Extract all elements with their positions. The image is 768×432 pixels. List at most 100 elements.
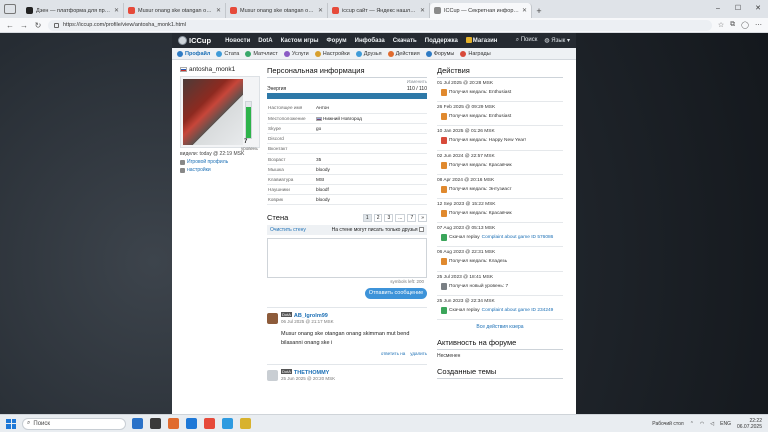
wifi-icon[interactable]: ◠ xyxy=(700,421,704,427)
pager-page[interactable]: 7 xyxy=(407,213,417,222)
taskbar-app-icon[interactable] xyxy=(132,418,143,429)
nav-dota[interactable]: DotA xyxy=(258,38,272,44)
pager-page[interactable]: 1 xyxy=(362,213,372,222)
language-indicator[interactable]: ENG xyxy=(720,421,731,427)
friends-only-checkbox[interactable] xyxy=(419,227,424,233)
taskbar-search[interactable]: ⌕ Поиск xyxy=(22,417,126,430)
clock[interactable]: 22:22 06.07.2025 xyxy=(737,418,762,430)
reply-link[interactable]: ответить на xyxy=(381,351,405,356)
medal-icon xyxy=(441,209,447,217)
info-value: go xyxy=(315,123,427,135)
menu-icon[interactable]: ⋯ xyxy=(755,21,762,29)
nav-news[interactable]: Новости xyxy=(225,38,250,44)
nav-forum[interactable]: Форум xyxy=(327,38,347,44)
info-key: Discord xyxy=(267,133,315,145)
clear-wall-link[interactable]: Очистить стену xyxy=(270,227,306,233)
info-key: Коврик xyxy=(267,194,315,206)
info-key: Мышка xyxy=(267,164,315,175)
url-field[interactable]: https://iccup.com/profile/view/antosha_m… xyxy=(48,19,712,31)
friends-only-option[interactable]: На стене могут писать только друзья xyxy=(332,227,424,233)
extensions-icon[interactable]: ⧉ xyxy=(730,21,735,29)
nav-shop[interactable]: Магазин xyxy=(465,37,497,44)
favorites-icon[interactable]: ☆ xyxy=(718,21,724,29)
tab-close-icon[interactable]: ✕ xyxy=(522,7,527,14)
taskbar-app-icon[interactable] xyxy=(222,418,233,429)
edit-link[interactable]: Изменить xyxy=(267,79,427,84)
post-actions: ответить на удалить xyxy=(267,351,427,356)
tab-close-icon[interactable]: ✕ xyxy=(216,7,221,14)
workspaces-icon[interactable] xyxy=(4,4,16,14)
all-activity-link[interactable]: Все действия юзера xyxy=(437,324,563,330)
game-profile-link[interactable]: Игровой профиль xyxy=(180,159,260,165)
browser-tab[interactable]: ICCup — Секретная информаци ✕ xyxy=(430,3,532,18)
back-icon[interactable]: ← xyxy=(6,21,14,30)
post-text: Musur onang ske otangan onang skimman mu… xyxy=(281,331,410,346)
activity-link[interactable]: Complaint about game ID 576086 xyxy=(482,235,554,240)
activity-link[interactable]: Complaint about game ID 234249 xyxy=(482,308,554,313)
subnav-item[interactable]: Форумы xyxy=(425,50,454,57)
profile-icon[interactable]: ◯ xyxy=(741,21,749,29)
nav-download[interactable]: Скачать xyxy=(393,38,417,44)
subnav-item[interactable]: Профайл xyxy=(177,50,210,57)
forward-icon[interactable]: → xyxy=(20,21,28,30)
post-game-tag: DotA xyxy=(281,368,292,374)
minimize-button[interactable]: – xyxy=(708,0,728,16)
browser-tab[interactable]: Musur onang ske otangan onang ✕ xyxy=(226,3,328,18)
desktop-label[interactable]: Рабочий стол xyxy=(652,421,683,427)
new-tab-button[interactable]: + xyxy=(532,3,546,18)
taskbar-app-icon[interactable] xyxy=(150,418,161,429)
site-logo[interactable]: ICCup xyxy=(178,36,211,45)
browser-tab[interactable]: Дзен — платформа для просмо ✕ xyxy=(22,3,124,18)
browser-tab[interactable]: Musur onang ske otangan onang s✕ xyxy=(124,3,226,18)
send-message-button[interactable]: Отпавить сообщение xyxy=(365,288,427,300)
tab-close-icon[interactable]: ✕ xyxy=(420,7,425,14)
post-avatar[interactable] xyxy=(267,313,278,325)
post-author[interactable]: DotA THETHOMMY xyxy=(281,368,427,376)
pager-page[interactable]: » xyxy=(418,213,427,222)
wall-title: Стена xyxy=(267,213,289,223)
language-link[interactable]: ◍ Язык ▾ xyxy=(544,37,570,44)
subnav-item[interactable]: Настройки xyxy=(314,50,350,57)
subnav-item[interactable]: Услуги xyxy=(283,50,309,57)
subnav-item[interactable]: Стата xyxy=(216,50,239,57)
energy-bar xyxy=(267,93,427,99)
subnav-item[interactable]: Награды xyxy=(460,50,491,57)
info-row: Вконтакт xyxy=(267,143,427,155)
nav-custom-games[interactable]: Кастом игры xyxy=(281,38,319,44)
delete-link[interactable]: удалить xyxy=(410,351,427,356)
maximize-button[interactable]: ☐ xyxy=(728,0,748,16)
tab-close-icon[interactable]: ✕ xyxy=(318,7,323,14)
subnav-item[interactable]: Матчлист xyxy=(245,50,278,57)
activity-desc: Получил медаль: Красавчик xyxy=(441,161,563,169)
pager-page[interactable]: 2 xyxy=(373,213,383,222)
reload-icon[interactable]: ↻ xyxy=(34,21,42,30)
taskbar-app-icon[interactable] xyxy=(168,418,179,429)
medal-icon xyxy=(441,137,447,145)
taskbar-app-icon[interactable] xyxy=(204,418,215,429)
info-value-text: go xyxy=(316,125,322,131)
info-key: Возраст xyxy=(267,153,315,165)
tab-close-icon[interactable]: ✕ xyxy=(114,7,119,14)
wall-message-input[interactable]: symbols left: 200 xyxy=(267,238,427,284)
created-topics-section: Созданные темы xyxy=(437,367,563,379)
close-window-button[interactable]: ✕ xyxy=(748,0,768,16)
pager-page[interactable]: ... xyxy=(395,213,406,222)
activity-desc: Получил новый уровень: 7 xyxy=(441,282,563,290)
taskbar-app-icon[interactable] xyxy=(186,418,197,429)
level-number: 7 xyxy=(244,139,248,145)
settings-link[interactable]: настройки xyxy=(180,167,260,173)
nav-infobase[interactable]: Инфобаза xyxy=(355,38,385,44)
info-value: Антон xyxy=(315,103,427,114)
subnav-item[interactable]: Друзья xyxy=(355,50,382,57)
post-avatar[interactable] xyxy=(267,369,278,381)
browser-tab[interactable]: iccup сайт — Яндекс нашлось 6 ✕ xyxy=(328,3,430,18)
post-author[interactable]: DotA AB_Igrolm99 xyxy=(281,312,427,319)
subnav-item[interactable]: Действия xyxy=(387,50,420,57)
taskbar-app-icon[interactable] xyxy=(240,418,251,429)
pager-page[interactable]: 3 xyxy=(384,213,394,222)
tray-chevron-icon[interactable]: ⌃ xyxy=(690,421,694,427)
volume-icon[interactable]: ◁ xyxy=(710,421,714,427)
search-link[interactable]: ⌕ Поиск xyxy=(516,37,538,44)
start-button[interactable] xyxy=(6,418,16,429)
nav-support[interactable]: Поддержка xyxy=(425,38,458,44)
